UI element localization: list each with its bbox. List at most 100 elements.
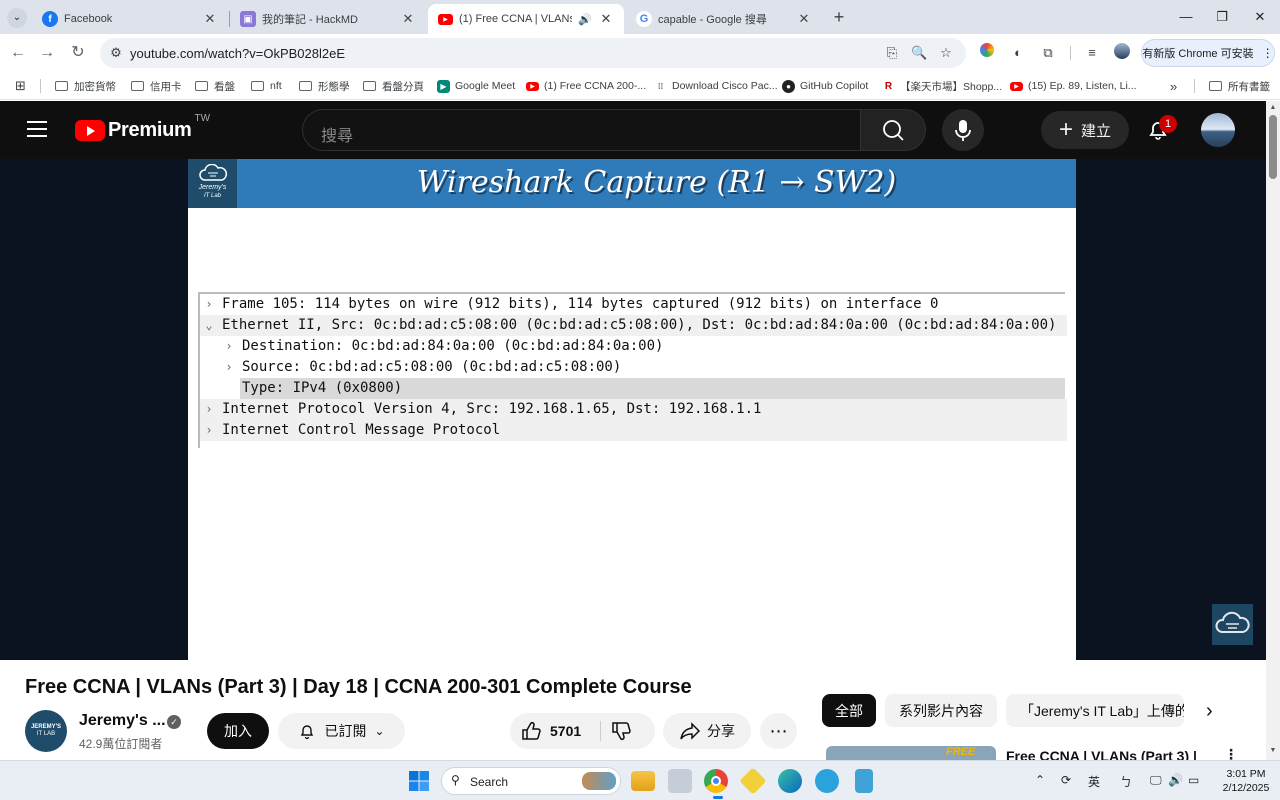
folder-icon [131, 81, 144, 91]
close-tab-icon[interactable]: ✕ [400, 11, 416, 27]
more-actions-icon[interactable]: ⋯ [760, 713, 797, 749]
new-tab-icon[interactable]: + [830, 7, 848, 27]
tab-google[interactable]: G capable - Google 搜尋 ✕ [626, 4, 822, 34]
hamburger-menu-icon[interactable] [27, 121, 47, 137]
address-bar[interactable]: ⚙ youtube.com/watch?v=OkPB028l2eE ⎘ 🔍 ☆ [100, 38, 966, 68]
expand-arrow-icon: › [225, 360, 233, 374]
window-close-icon[interactable]: ✕ [1248, 6, 1272, 28]
close-tab-icon[interactable]: ✕ [796, 11, 812, 27]
chip-series[interactable]: 系列影片內容 [885, 694, 997, 727]
search-input[interactable]: 搜尋 [302, 109, 860, 151]
packet-row-text: Frame 105: 114 bytes on wire (912 bits),… [222, 296, 939, 312]
bookmark-link[interactable]: ⁞⁞ Download Cisco Pac... [654, 77, 778, 95]
back-icon[interactable]: ← [7, 42, 29, 64]
bookmark-star-icon[interactable]: ☆ [938, 45, 954, 61]
pinned-app-icon[interactable] [739, 767, 767, 795]
tab-title: (1) Free CCNA | VLANs (Part [459, 13, 573, 25]
bookmark-folder[interactable]: nft [251, 77, 282, 95]
url-text[interactable]: youtube.com/watch?v=OkPB028l2eE [130, 46, 345, 61]
dislike-button[interactable] [610, 720, 632, 745]
site-info-icon[interactable]: ⚙ [108, 45, 124, 61]
chrome-update-button[interactable]: 有新版 Chrome 可安裝 ⋮ [1141, 39, 1275, 67]
join-button[interactable]: 加入 [207, 713, 269, 749]
reload-icon[interactable]: ↻ [67, 42, 89, 64]
install-app-icon[interactable]: ⎘ [884, 45, 900, 61]
youtube-header: Premium TW 搜尋 + 建立 1 [0, 101, 1266, 159]
scroll-up-icon[interactable]: ▲ [1266, 104, 1280, 111]
tab-youtube-active[interactable]: ▶ (1) Free CCNA | VLANs (Part 🔊 ✕ [428, 4, 624, 34]
close-tab-icon[interactable]: ✕ [202, 11, 218, 27]
file-explorer-icon[interactable] [631, 771, 655, 791]
recommended-thumbnail[interactable]: FREE [826, 746, 996, 760]
bookmark-link[interactable]: ● GitHub Copilot [782, 77, 868, 95]
system-clock[interactable]: 3:01 PM 2/12/2025 [1214, 767, 1278, 795]
channel-watermark-icon[interactable] [1212, 604, 1253, 645]
search-button[interactable] [860, 109, 926, 151]
tab-facebook[interactable]: f Facebook ✕ [32, 4, 228, 34]
taskbar-search-box[interactable]: ⚲ Search [441, 767, 621, 795]
bookmark-link[interactable]: R 【楽天市場】Shopp... [882, 77, 1002, 95]
extension-translate-icon[interactable]: ◐ [1008, 43, 1028, 63]
voice-search-button[interactable] [942, 109, 984, 151]
scroll-down-icon[interactable]: ▼ [1266, 747, 1280, 754]
account-avatar[interactable] [1201, 113, 1235, 147]
telegram-icon[interactable] [815, 769, 839, 793]
bookmark-link[interactable]: ▶ (15) Ep. 89, Listen, Li... [1010, 77, 1137, 95]
zoom-icon[interactable]: 🔍 [911, 45, 927, 61]
expand-arrow-icon: › [205, 402, 213, 416]
bookmark-folder[interactable]: 形態學 [299, 77, 350, 95]
volume-icon[interactable]: 🔊 [1168, 773, 1183, 787]
speaker-icon[interactable]: 🔊 [578, 13, 592, 26]
more-menu-icon[interactable]: ⋮ [1262, 46, 1274, 60]
forward-icon[interactable]: → [36, 42, 58, 64]
minimize-icon[interactable]: — [1174, 6, 1198, 28]
extensions-puzzle-icon[interactable]: ⧉ [1038, 43, 1058, 63]
scrollbar-thumb[interactable] [1269, 115, 1277, 179]
notepad-icon[interactable] [855, 769, 873, 793]
create-button[interactable]: + 建立 [1041, 111, 1129, 149]
chrome-icon[interactable] [704, 769, 728, 793]
bookmark-folder[interactable]: 加密貨幣 [55, 77, 116, 95]
page-scrollbar[interactable]: ▲ ▼ [1266, 101, 1280, 760]
ime-mode-icon[interactable]: ㄅ [1120, 773, 1132, 790]
bookmark-link[interactable]: ▶ (1) Free CCNA 200-... [526, 77, 646, 95]
tray-overflow-chevron-icon[interactable]: ⌃ [1035, 773, 1045, 787]
all-bookmarks-folder[interactable]: 所有書籤 [1209, 77, 1270, 95]
close-tab-icon[interactable]: ✕ [598, 11, 614, 27]
profile-avatar-icon[interactable] [1112, 43, 1132, 63]
bookmark-label: GitHub Copilot [800, 80, 869, 92]
windows-start-icon[interactable] [407, 769, 431, 793]
edge-icon[interactable] [778, 769, 802, 793]
recommended-more-icon[interactable]: ⋮ [1224, 746, 1238, 760]
bookmark-folder[interactable]: 信用卡 [131, 77, 182, 95]
bookmark-folder[interactable]: 看盤 [195, 77, 235, 95]
app-icon[interactable] [668, 769, 692, 793]
tab-hackmd[interactable]: ▣ 我的筆記 - HackMD ✕ [230, 4, 426, 34]
bookmark-link[interactable]: ▶ Google Meet [437, 77, 515, 95]
bookmark-folder[interactable]: 看盤分頁 [363, 77, 424, 95]
sync-icon[interactable]: ⟳ [1061, 773, 1071, 787]
chevron-right-icon[interactable]: › [1206, 700, 1213, 723]
subscribed-button[interactable]: 已訂閱 ⌄ [278, 713, 405, 749]
packet-row-text: Ethernet II, Src: 0c:bd:ad:c5:08:00 (0c:… [222, 317, 1057, 333]
notification-badge[interactable]: 1 [1159, 115, 1177, 133]
recommended-video-title[interactable]: Free CCNA | VLANs (Part 3) | [1006, 748, 1197, 760]
channel-name[interactable]: Jeremy's ... [79, 712, 166, 730]
tab-search-button[interactable]: ⌄ [7, 8, 27, 28]
jeremys-it-lab-logo: Jeremy's IT Lab [188, 159, 237, 208]
chip-channel-uploads[interactable]: 「Jeremy's IT Lab」上傳的 [1006, 694, 1184, 727]
youtube-premium-logo[interactable]: Premium TW [75, 113, 210, 142]
ime-indicator[interactable]: 英 [1088, 773, 1100, 790]
share-button[interactable]: 分享 [663, 713, 751, 749]
bookmarks-overflow-icon[interactable]: » [1170, 77, 1177, 95]
battery-icon[interactable]: ▭ [1188, 773, 1199, 787]
restore-icon[interactable]: ❐ [1210, 6, 1234, 28]
apps-grid-icon[interactable]: ⊞ [15, 77, 26, 95]
chip-all[interactable]: 全部 [822, 694, 876, 727]
channel-avatar[interactable]: JEREMY'S IT LAB [25, 710, 67, 752]
video-player[interactable]: Jeremy's IT Lab Wireshark Capture (R1 → … [0, 159, 1266, 718]
extension-color-icon[interactable] [977, 43, 997, 63]
like-button[interactable]: 5701 [520, 713, 598, 749]
network-icon[interactable]: 🖵 [1150, 773, 1162, 788]
media-control-icon[interactable]: ≡ [1082, 43, 1102, 63]
